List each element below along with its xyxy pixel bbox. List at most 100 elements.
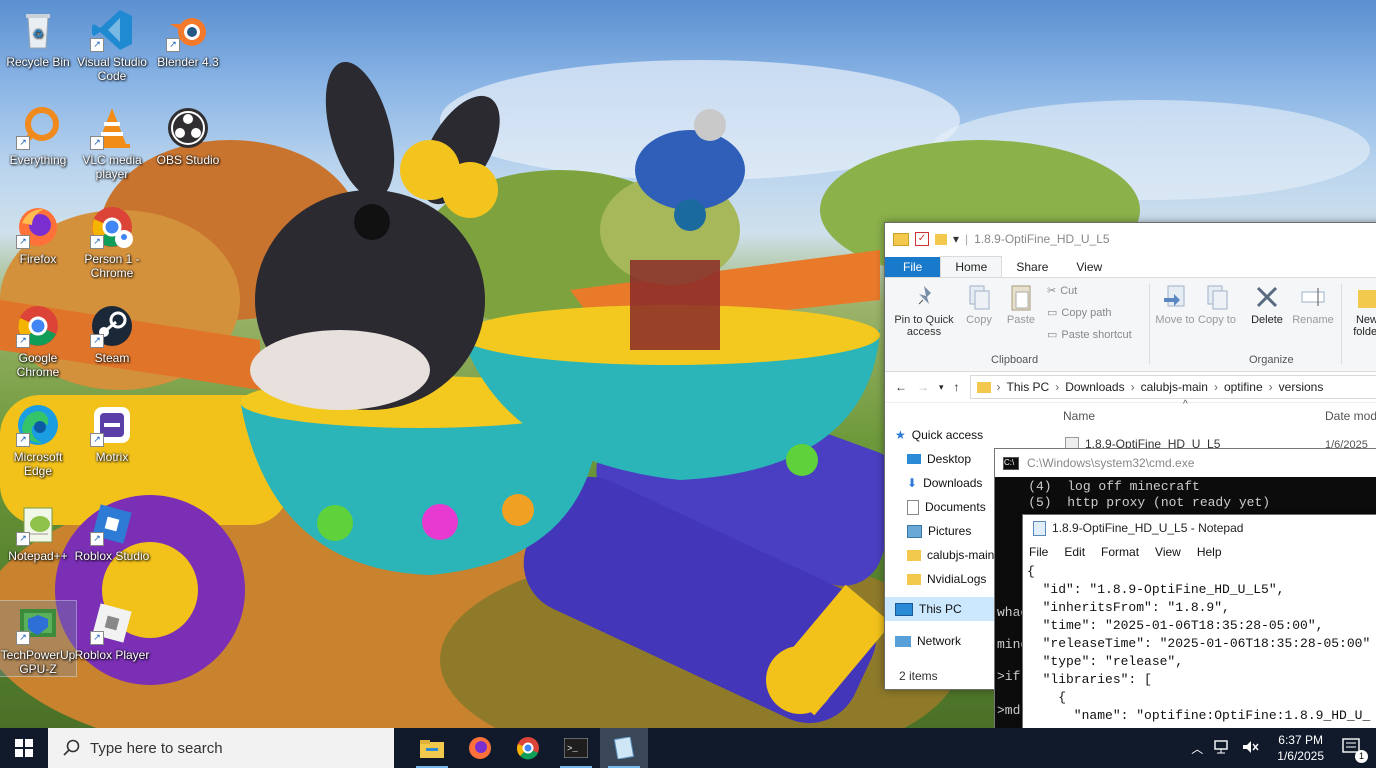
notification-center-button[interactable]: 1 [1342,737,1368,763]
breadcrumb-item[interactable]: Downloads [1065,380,1124,394]
menu-help[interactable]: Help [1197,545,1222,559]
desktop-icon-motrix[interactable]: ↗ Motrix [74,403,150,464]
nav-documents[interactable]: Documents [885,495,995,519]
taskbar-chrome[interactable] [504,728,552,768]
vlc-icon: ↗ [90,106,134,150]
desktop-icon-blender[interactable]: ↗ Blender 4.3 [150,8,226,69]
menu-format[interactable]: Format [1101,545,1139,559]
breadcrumb-item[interactable]: This PC [1007,380,1050,394]
folder-icon [907,573,921,585]
chevron-right-icon: › [1213,380,1218,394]
cut-button[interactable]: ✂ Cut [1047,284,1077,298]
paste-shortcut-button[interactable]: ▭ Paste shortcut [1047,328,1132,342]
desktop-icon-person1-chrome[interactable]: ↗ Person 1 - Chrome [74,205,150,280]
nav-downloads[interactable]: ⬇ Downloads [885,471,995,495]
copy-button[interactable]: Copy [961,278,997,326]
firefox-icon: ↗ [16,205,60,249]
windows-logo-icon [15,739,33,757]
quick-access-dropdown-icon[interactable]: ▾ [953,232,959,246]
notepad-text-area[interactable]: { "id": "1.8.9-OptiFine_HD_U_L5", "inher… [1023,563,1376,725]
desktop-icon-roblox-player[interactable]: ↗ Roblox Player [74,601,150,662]
copy-icon [966,282,992,312]
breadcrumb-item[interactable]: versions [1279,380,1324,394]
notepad-window[interactable]: 1.8.9-OptiFine_HD_U_L5 - Notepad File Ed… [1022,514,1376,730]
taskbar-firefox[interactable] [456,728,504,768]
menu-edit[interactable]: Edit [1064,545,1085,559]
desktop-icon-steam[interactable]: ↗ Steam [74,304,150,365]
new-folder-button[interactable]: New folder [1345,278,1376,338]
desktop-icon-vlc[interactable]: ↗ VLC media player [74,106,150,181]
notepad-titlebar[interactable]: 1.8.9-OptiFine_HD_U_L5 - Notepad [1023,515,1376,541]
steam-icon: ↗ [90,304,134,348]
taskbar-notepad[interactable] [600,728,648,768]
pin-quick-access-button[interactable]: Pin to Quick access [889,278,959,338]
tab-share[interactable]: Share [1002,257,1062,277]
rename-button[interactable]: Rename [1291,278,1335,326]
chrome-icon [517,737,539,760]
cmd-icon: >_ [564,738,588,758]
svg-text:♻: ♻ [33,27,44,41]
volume-muted-icon[interactable] [1241,739,1259,758]
explorer-titlebar[interactable]: ✓ ▾ | 1.8.9-OptiFine_HD_U_L5 [885,223,1376,255]
paste-button[interactable]: Paste [1003,278,1039,326]
new-folder-quick-icon[interactable] [935,233,947,245]
taskbar-file-explorer[interactable] [408,728,456,768]
taskbar-clock[interactable]: 6:37 PM 1/6/2025 [1277,732,1324,764]
desktop-icon-roblox-studio[interactable]: ↗ Roblox Studio [74,502,150,563]
copy-path-button[interactable]: ▭ Copy path [1047,306,1112,320]
nav-pictures[interactable]: Pictures [885,519,995,543]
notepad-menubar: File Edit Format View Help [1023,541,1376,563]
copy-to-button[interactable]: Copy to [1197,278,1237,326]
up-arrow-icon[interactable]: ↑ [954,380,960,394]
back-arrow-icon[interactable]: ← [895,380,907,394]
nav-desktop[interactable]: Desktop [885,447,995,471]
tab-home[interactable]: Home [940,256,1003,277]
delete-button[interactable]: Delete [1243,278,1291,326]
scissors-icon: ✂ [1047,285,1057,297]
show-hidden-icons-chevron-up-icon[interactable]: ︿ [1191,740,1203,757]
nav-nvidialogs[interactable]: NvidiaLogs [885,567,995,591]
move-to-button[interactable]: Move to [1155,278,1195,326]
desktop-icon-everything[interactable]: ↗ Everything [0,106,76,167]
desktop-icon-obs[interactable]: OBS Studio [150,106,226,167]
pin-icon [911,282,937,312]
paste-shortcut-icon: ▭ [1047,329,1058,341]
properties-check-icon[interactable]: ✓ [915,232,929,246]
cmd-titlebar[interactable]: C:\ C:\Windows\system32\cmd.exe [995,449,1376,477]
nav-this-pc[interactable]: This PC [885,597,995,621]
search-icon [63,739,80,756]
forward-arrow-icon[interactable]: → [917,380,929,394]
notepadpp-icon: ↗ [16,502,60,546]
pictures-icon [907,524,922,538]
desktop-icon-firefox[interactable]: ↗ Firefox [0,205,76,266]
desktop-icon-gpuz[interactable]: ↗ TechPowerUp GPU-Z [0,600,77,677]
taskbar-cmd[interactable]: >_ [552,728,600,768]
breadcrumb-item[interactable]: optifine [1224,380,1263,394]
desktop-icon-notepadpp[interactable]: ↗ Notepad++ [0,502,76,563]
desktop-icon-recycle-bin[interactable]: ♻ Recycle Bin [0,8,76,69]
folder-icon [976,381,991,393]
desktop-icon-vscode[interactable]: ↗ Visual Studio Code [74,8,150,83]
column-header-date[interactable]: Date mod [1325,409,1376,423]
start-button[interactable] [0,728,48,768]
desktop-icon-google-chrome[interactable]: ↗ Google Chrome [0,304,76,379]
vscode-icon: ↗ [90,8,134,52]
tab-view[interactable]: View [1062,257,1116,277]
network-tray-icon[interactable] [1213,739,1231,758]
nav-network[interactable]: Network [885,629,995,653]
menu-view[interactable]: View [1155,545,1181,559]
recent-dropdown-icon[interactable]: ▾ [939,382,944,393]
breadcrumb-item[interactable]: calubjs-main [1141,380,1208,394]
menu-file[interactable]: File [1029,545,1048,559]
column-header-name[interactable]: Name [1063,409,1095,423]
nav-quick-access[interactable]: ★ Quick access [885,423,995,447]
chevron-right-icon: › [996,380,1001,394]
nav-calubjs-main[interactable]: calubjs-main [885,543,995,567]
clipboard-group-label: Clipboard [991,354,1039,366]
desktop-icon-edge[interactable]: ↗ Microsoft Edge [0,403,76,478]
ribbon-home: Pin to Quick access Copy Paste ✂ Cut ▭ Cop… [885,278,1376,372]
tab-file[interactable]: File [885,257,941,277]
taskbar-search-box[interactable]: Type here to search [48,728,394,768]
breadcrumb[interactable]: › This PC › Downloads › calubjs-main › o… [969,375,1376,399]
network-icon [895,635,911,647]
